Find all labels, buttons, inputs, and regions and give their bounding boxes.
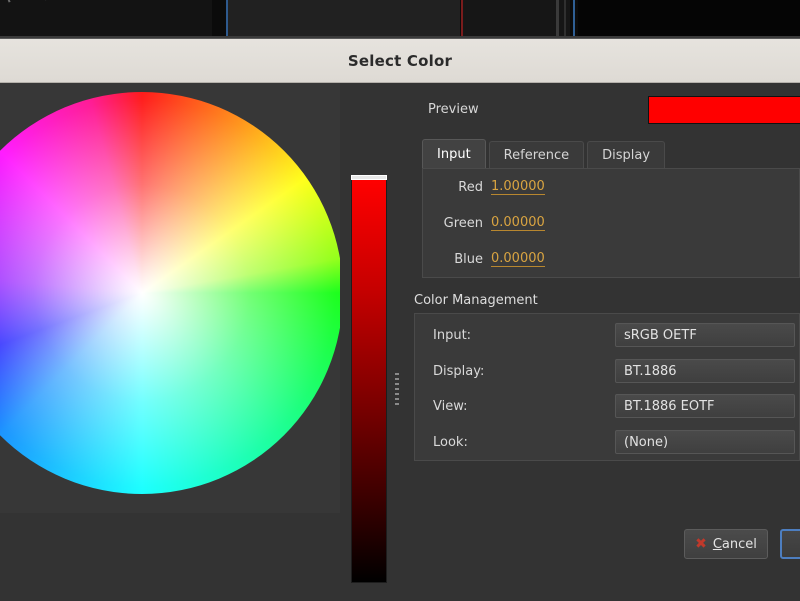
red-label: Red <box>423 180 491 195</box>
cm-view-label: View: <box>415 399 615 414</box>
cancel-mnemonic: C <box>713 537 722 552</box>
cm-input-combo[interactable]: sRGB OETF <box>615 323 795 347</box>
background-panel-right <box>578 0 800 38</box>
x-icon: ✖ <box>695 537 707 551</box>
cm-input-row: Input: sRGB OETF <box>415 323 799 347</box>
red-channel-row: Red 1.00000 <box>423 177 799 197</box>
green-label: Green <box>423 216 491 231</box>
red-value-field[interactable]: 1.00000 <box>491 179 545 195</box>
cm-display-row: Display: BT.1886 <box>415 359 799 383</box>
pane-splitter-handle[interactable] <box>395 373 399 407</box>
cm-look-combo[interactable]: (None) <box>615 430 795 454</box>
cancel-rest: ancel <box>722 537 757 552</box>
green-value-field[interactable]: 0.00000 <box>491 215 545 231</box>
tab-reference[interactable]: Reference <box>489 141 584 169</box>
cm-view-row: View: BT.1886 EOTF <box>415 394 799 418</box>
dialog-button-row: ✖ Cancel <box>408 525 800 565</box>
blue-channel-row: Blue 0.00000 <box>423 249 799 269</box>
blue-label: Blue <box>423 252 491 267</box>
cancel-button[interactable]: ✖ Cancel <box>684 529 768 559</box>
background-marker-red <box>461 0 463 38</box>
value-slider[interactable] <box>351 179 387 583</box>
background-panel-middle <box>228 0 460 38</box>
select-color-dialog: Select Color Preview Input Reference Dis… <box>0 38 800 600</box>
right-pane: Preview Input Reference Display Red 1.00… <box>408 83 800 601</box>
preview-color-swatch[interactable] <box>648 96 800 124</box>
color-wheel-area[interactable] <box>0 83 340 513</box>
color-management-panel: Input: sRGB OETF Display: BT.1886 View: … <box>414 313 800 461</box>
dialog-title: Select Color <box>348 52 452 70</box>
tab-input[interactable]: Input <box>422 139 486 169</box>
value-slider-handle[interactable] <box>351 175 387 180</box>
cm-display-label: Display: <box>415 364 615 379</box>
color-management-title: Color Management <box>414 293 538 308</box>
background-marker-blue-2 <box>573 0 575 38</box>
green-channel-row: Green 0.00000 <box>423 213 799 233</box>
tab-display[interactable]: Display <box>587 141 665 169</box>
hue-saturation-wheel[interactable] <box>0 92 340 494</box>
input-tab-panel: Red 1.00000 Green 0.00000 Blue 0.00000 <box>422 168 800 278</box>
cm-look-label: Look: <box>415 435 615 450</box>
cancel-button-label: Cancel <box>713 537 757 552</box>
dialog-body: Preview Input Reference Display Red 1.00… <box>0 83 800 601</box>
preview-row: Preview <box>418 95 800 129</box>
background-panel-middle-2 <box>463 0 570 38</box>
confirm-button[interactable] <box>780 529 800 559</box>
color-tabs: Input Reference Display <box>422 139 668 169</box>
dialog-titlebar: Select Color <box>0 39 800 83</box>
cm-display-combo[interactable]: BT.1886 <box>615 359 795 383</box>
background-marker-gray-2 <box>564 0 566 38</box>
background-marker-blue-1 <box>226 0 228 38</box>
background-marker-gray-1 <box>556 0 559 38</box>
cm-input-label: Input: <box>415 328 615 343</box>
cm-look-row: Look: (None) <box>415 430 799 454</box>
cm-view-combo[interactable]: BT.1886 EOTF <box>615 394 795 418</box>
blue-value-field[interactable]: 0.00000 <box>491 251 545 267</box>
preview-label: Preview <box>428 102 479 117</box>
